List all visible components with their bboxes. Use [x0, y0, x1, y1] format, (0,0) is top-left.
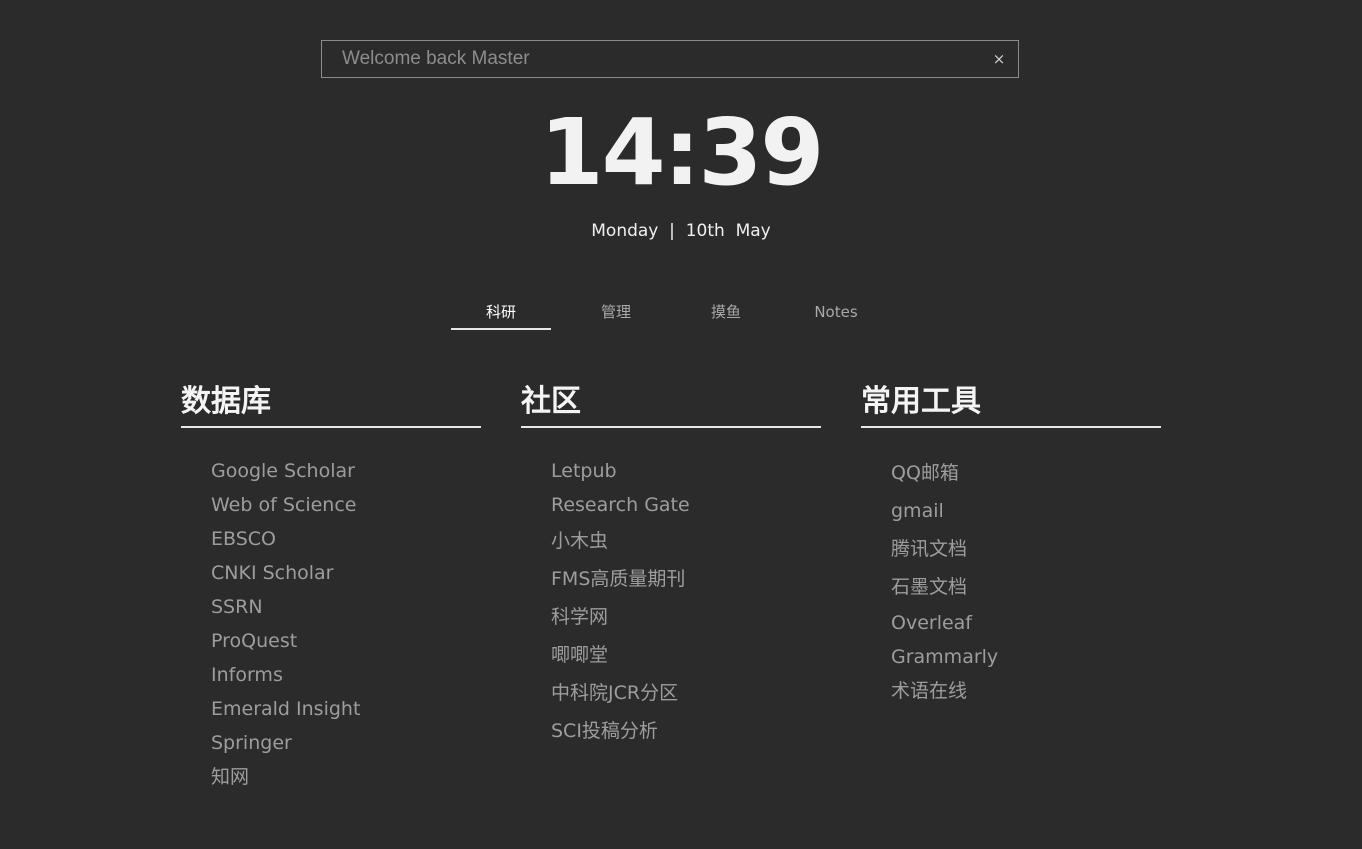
tab-notes[interactable]: Notes	[781, 296, 891, 330]
column-tools: 常用工具 QQ邮箱 gmail 腾讯文档 石墨文档 Overleaf Gramm…	[861, 380, 1161, 708]
link-list: QQ邮箱 gmail 腾讯文档 石墨文档 Overleaf Grammarly …	[861, 454, 1161, 708]
link-cnki[interactable]: 知网	[211, 760, 481, 794]
tab-leisure[interactable]: 摸鱼	[671, 296, 781, 330]
link-cas-jcr[interactable]: 中科院JCR分区	[551, 674, 821, 712]
tab-research[interactable]: 科研	[451, 296, 551, 330]
link-grammarly[interactable]: Grammarly	[891, 640, 1161, 674]
link-muchong[interactable]: 小木虫	[551, 522, 821, 560]
tab-management[interactable]: 管理	[561, 296, 671, 330]
link-research-gate[interactable]: Research Gate	[551, 488, 821, 522]
link-cnki-scholar[interactable]: CNKI Scholar	[211, 556, 481, 590]
link-letpub[interactable]: Letpub	[551, 454, 821, 488]
link-tencent-docs[interactable]: 腾讯文档	[891, 530, 1161, 568]
link-qq-mail[interactable]: QQ邮箱	[891, 454, 1161, 492]
link-proquest[interactable]: ProQuest	[211, 624, 481, 658]
column-title: 常用工具	[861, 380, 1161, 428]
link-fms-journals[interactable]: FMS高质量期刊	[551, 560, 821, 598]
link-sci-submission[interactable]: SCI投稿分析	[551, 712, 821, 750]
link-termonline[interactable]: 术语在线	[891, 674, 1161, 708]
link-springer[interactable]: Springer	[211, 726, 481, 760]
clock-date: Monday | 10th May	[591, 221, 771, 241]
link-ebsco[interactable]: EBSCO	[211, 522, 481, 556]
column-community: 社区 Letpub Research Gate 小木虫 FMS高质量期刊 科学网…	[521, 380, 821, 750]
search-box: ×	[321, 40, 1019, 78]
new-tab-page: × 14:39 Monday | 10th May 科研 管理 摸鱼 Notes…	[0, 0, 1362, 849]
close-icon[interactable]: ×	[990, 50, 1008, 68]
search-input[interactable]	[322, 41, 982, 77]
link-gmail[interactable]: gmail	[891, 492, 1161, 530]
column-title: 社区	[521, 380, 821, 428]
clock-time: 14:39	[539, 99, 825, 206]
link-google-scholar[interactable]: Google Scholar	[211, 454, 481, 488]
link-list: Google Scholar Web of Science EBSCO CNKI…	[181, 454, 481, 794]
column-databases: 数据库 Google Scholar Web of Science EBSCO …	[181, 380, 481, 794]
link-shimo-docs[interactable]: 石墨文档	[891, 568, 1161, 606]
link-jijitang[interactable]: 唧唧堂	[551, 636, 821, 674]
link-informs[interactable]: Informs	[211, 658, 481, 692]
tab-bar: 科研 管理 摸鱼 Notes	[451, 296, 891, 332]
link-list: Letpub Research Gate 小木虫 FMS高质量期刊 科学网 唧唧…	[521, 454, 821, 750]
link-emerald-insight[interactable]: Emerald Insight	[211, 692, 481, 726]
link-ssrn[interactable]: SSRN	[211, 590, 481, 624]
link-web-of-science[interactable]: Web of Science	[211, 488, 481, 522]
link-sciencenet[interactable]: 科学网	[551, 598, 821, 636]
link-overleaf[interactable]: Overleaf	[891, 606, 1161, 640]
column-title: 数据库	[181, 380, 481, 428]
